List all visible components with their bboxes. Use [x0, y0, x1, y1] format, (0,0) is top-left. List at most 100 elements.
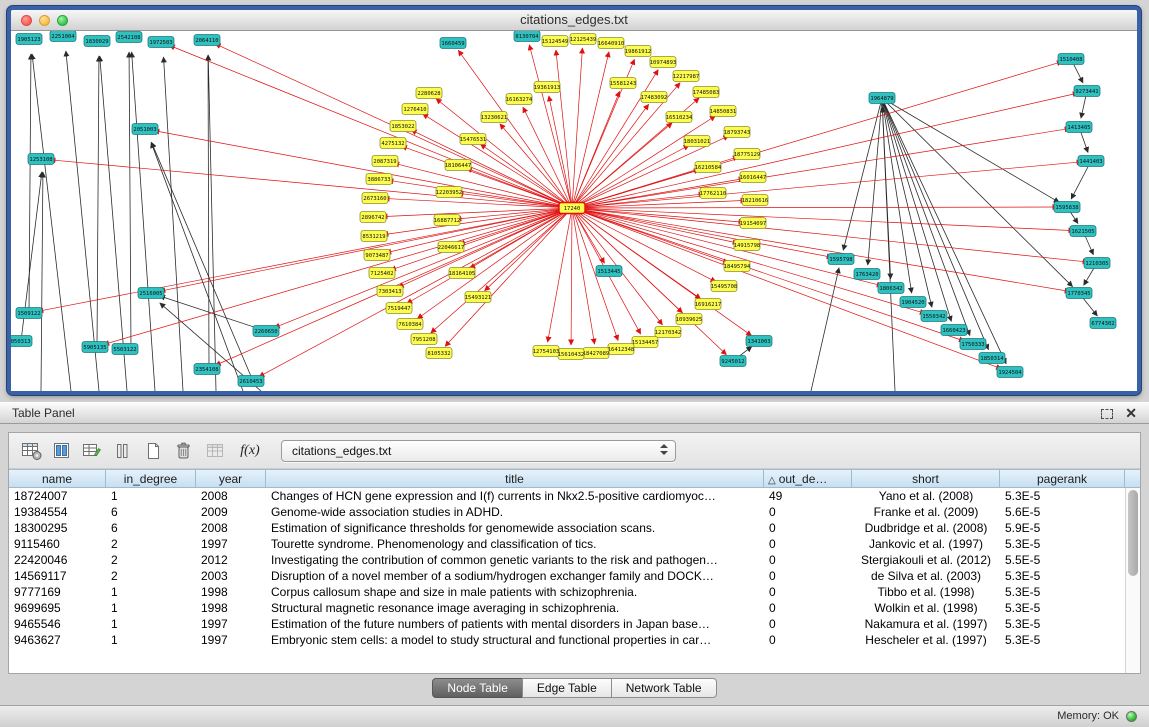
graph-node[interactable]: 4275132	[380, 138, 406, 149]
vertical-scrollbar[interactable]	[1125, 488, 1140, 673]
graph-node[interactable]: 7303413	[377, 286, 403, 297]
cell-short[interactable]: de Silva et al. (2003)	[852, 568, 1000, 584]
cell-year[interactable]: 1997	[196, 616, 266, 632]
cell-in_degree[interactable]: 2	[106, 552, 196, 568]
graph-node[interactable]: 7519447	[386, 303, 412, 314]
graph-node[interactable]: 1660423	[941, 325, 967, 336]
cell-year[interactable]: 1997	[196, 632, 266, 648]
cell-short[interactable]: Franke et al. (2009)	[852, 504, 1000, 520]
cell-short[interactable]: Yano et al. (2008)	[852, 488, 1000, 504]
table-row[interactable]: 977716911998Corpus callosum shape and si…	[9, 584, 1125, 600]
graph-node[interactable]: 8130704	[514, 31, 540, 42]
graph-node[interactable]: 18031021	[684, 136, 711, 147]
network-canvas[interactable]: 1905123225100418300292542108197250320641…	[11, 31, 1137, 391]
cell-in_degree[interactable]: 1	[106, 488, 196, 504]
graph-node[interactable]: 1924504	[997, 367, 1023, 378]
graph-node[interactable]: 1276410	[402, 104, 428, 115]
cell-year[interactable]: 1998	[196, 584, 266, 600]
network-view[interactable]: 1905123225100418300292542108197250320641…	[11, 31, 1137, 391]
graph-node[interactable]: 2354108	[194, 364, 220, 375]
cell-pagerank[interactable]: 5.6E-5	[1000, 504, 1125, 520]
cell-title[interactable]: Embryonic stem cells: a model to study s…	[266, 632, 764, 648]
graph-node[interactable]: 3886733	[366, 174, 392, 185]
graph-node[interactable]: 2896742	[360, 212, 386, 223]
graph-node[interactable]: 18793743	[724, 127, 751, 138]
graph-node[interactable]: 1510408	[1058, 54, 1084, 65]
cell-year[interactable]: 2003	[196, 568, 266, 584]
graph-node[interactable]: 12754103	[533, 346, 560, 357]
graph-node[interactable]: 1763420	[854, 269, 880, 280]
graph-node[interactable]: 22046617	[438, 242, 465, 253]
graph-node[interactable]: 1413405	[1066, 122, 1092, 133]
graph-node[interactable]: 2064110	[194, 35, 220, 46]
graph-node[interactable]: 15476531	[460, 134, 487, 145]
create-column-button[interactable]	[79, 439, 105, 463]
scrollbar-thumb[interactable]	[1128, 490, 1138, 576]
column-header-short[interactable]: short	[852, 469, 1000, 488]
minimize-button[interactable]	[39, 15, 50, 26]
zoom-button[interactable]	[57, 15, 68, 26]
graph-node[interactable]: 2516005	[138, 288, 164, 299]
cell-out_degree[interactable]: 0	[764, 536, 852, 552]
cell-out_degree[interactable]: 0	[764, 520, 852, 536]
graph-node[interactable]: 16163274	[506, 94, 533, 105]
graph-node[interactable]: 9245012	[720, 356, 746, 367]
row-height-button[interactable]	[109, 439, 135, 463]
float-panel-button[interactable]	[1101, 409, 1113, 419]
cell-out_degree[interactable]: 0	[764, 584, 852, 600]
cell-short[interactable]: Stergiakouli et al. (2012)	[852, 552, 1000, 568]
cell-title[interactable]: Disruption of a novel member of a sodium…	[266, 568, 764, 584]
cell-out_degree[interactable]: 49	[764, 488, 852, 504]
table-selector-dropdown[interactable]: citations_edges.txt	[281, 440, 676, 462]
cell-out_degree[interactable]: 0	[764, 552, 852, 568]
table-row[interactable]: 911546021997Tourette syndrome. Phenomeno…	[9, 536, 1125, 552]
cell-pagerank[interactable]: 5.3E-5	[1000, 488, 1125, 504]
graph-node[interactable]: 2542108	[116, 32, 142, 43]
cell-short[interactable]: Nakamura et al. (1997)	[852, 616, 1000, 632]
graph-node[interactable]: 15495708	[711, 281, 738, 292]
graph-node[interactable]: 2087319	[372, 156, 398, 167]
graph-node[interactable]: 1253108	[28, 154, 54, 165]
table-row[interactable]: 1938455462009Genome-wide association stu…	[9, 504, 1125, 520]
cell-name[interactable]: 22420046	[9, 552, 106, 568]
graph-node[interactable]: 18495794	[724, 261, 751, 272]
graph-node[interactable]: 15124549	[542, 36, 569, 47]
graph-node[interactable]: 10939625	[676, 314, 703, 325]
graph-node[interactable]: 16016447	[740, 172, 767, 183]
cell-title[interactable]: Genome-wide association studies in ADHD.	[266, 504, 764, 520]
cell-pagerank[interactable]: 5.3E-5	[1000, 536, 1125, 552]
cell-year[interactable]: 1998	[196, 600, 266, 616]
graph-node[interactable]: 2673160	[362, 193, 388, 204]
cell-title[interactable]: Changes of HCN gene expression and I(f) …	[266, 488, 764, 504]
column-header-name[interactable]: name	[9, 469, 106, 488]
graph-node[interactable]: 1850314	[979, 353, 1005, 364]
cell-name[interactable]: 14569117	[9, 568, 106, 584]
graph-node[interactable]: 7125402	[369, 268, 395, 279]
cell-name[interactable]: 9465546	[9, 616, 106, 632]
cell-title[interactable]: Estimation of significance thresholds fo…	[266, 520, 764, 536]
cell-pagerank[interactable]: 5.3E-5	[1000, 568, 1125, 584]
cell-name[interactable]: 9115460	[9, 536, 106, 552]
graph-node[interactable]: 8531219	[361, 231, 387, 242]
graph-node[interactable]: 9273441	[1074, 86, 1100, 97]
cell-out_degree[interactable]: 0	[764, 504, 852, 520]
graph-node[interactable]: 17483092	[641, 92, 668, 103]
graph-node[interactable]: 1595798	[828, 254, 854, 265]
graph-node[interactable]: 16510234	[666, 112, 693, 123]
graph-node[interactable]: 15581243	[610, 78, 637, 89]
cell-in_degree[interactable]: 2	[106, 568, 196, 584]
cell-out_degree[interactable]: 0	[764, 568, 852, 584]
new-table-button[interactable]	[141, 439, 167, 463]
graph-node[interactable]: 7951208	[411, 334, 437, 345]
cell-pagerank[interactable]: 5.5E-5	[1000, 552, 1125, 568]
cell-short[interactable]: Wolkin et al. (1998)	[852, 600, 1000, 616]
cell-year[interactable]: 2008	[196, 488, 266, 504]
graph-node[interactable]: 3050313	[11, 336, 32, 347]
table-row[interactable]: 1872400712008Changes of HCN gene express…	[9, 488, 1125, 504]
tab-node-table[interactable]: Node Table	[432, 678, 523, 698]
graph-node[interactable]: 19361913	[534, 82, 561, 93]
cell-year[interactable]: 2009	[196, 504, 266, 520]
graph-node[interactable]: 14850831	[710, 106, 737, 117]
cell-in_degree[interactable]: 1	[106, 600, 196, 616]
graph-node[interactable]: 12170342	[655, 327, 682, 338]
